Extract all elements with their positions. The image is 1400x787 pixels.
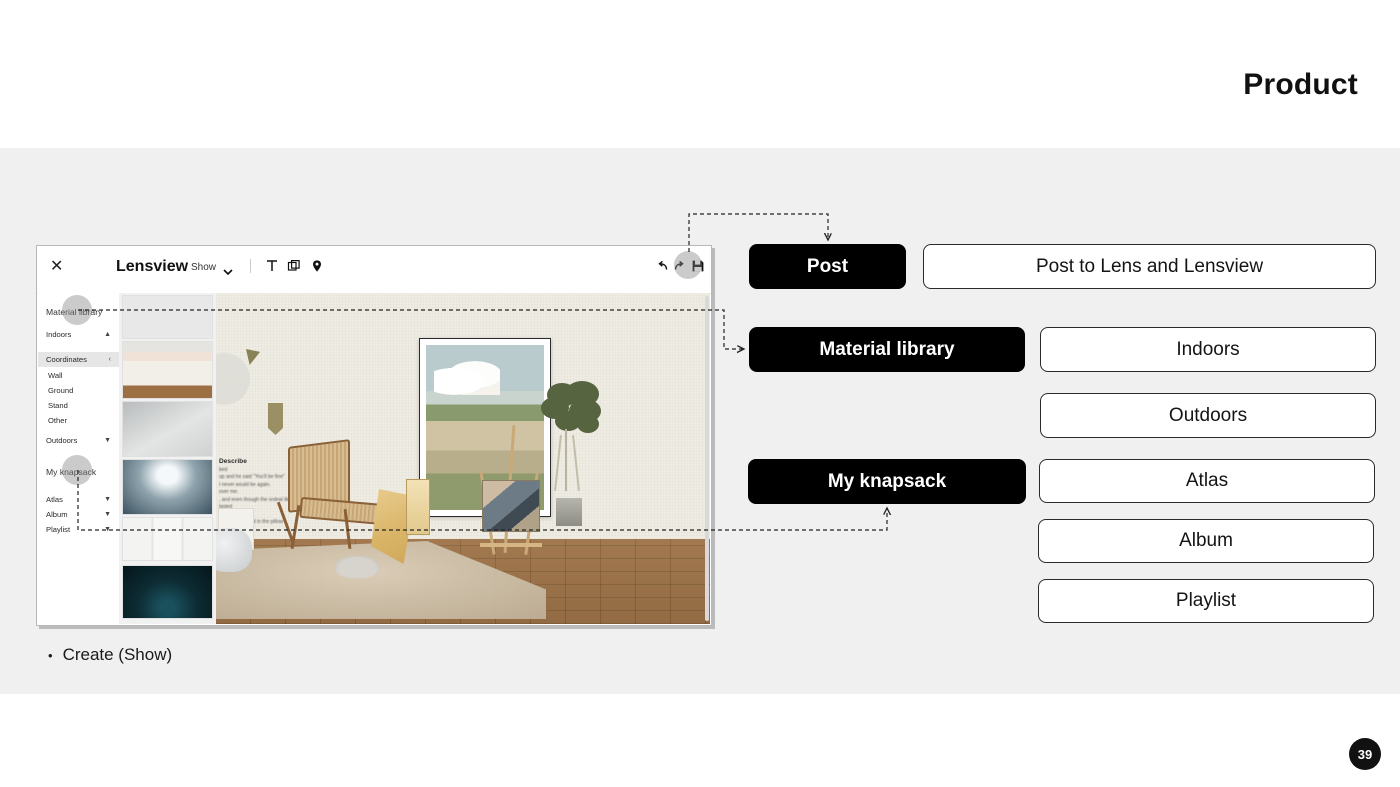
sidebar-item-outdoors[interactable]: Outdoors ▼ — [38, 433, 119, 448]
app-title: Lensview — [116, 258, 189, 275]
sidebar-item-label: Wall — [48, 371, 63, 380]
flow-trigger-label: Post — [806, 255, 849, 277]
chevron-down-icon: ▼ — [104, 496, 111, 503]
sidebar-item-label: Playlist — [46, 525, 71, 534]
sidebar-item-label: Atlas — [46, 495, 63, 504]
slide: Product ✕ Lensview Show Material library… — [0, 0, 1400, 787]
sidebar-item-coordinates[interactable]: Coordinates ‹ — [38, 352, 119, 367]
close-icon[interactable]: ✕ — [50, 259, 63, 275]
show-dropdown-label[interactable]: Show — [191, 262, 216, 273]
flow-trigger-my-knapsack[interactable]: My knapsack — [748, 459, 1026, 504]
flow-option-label: Outdoors — [1168, 404, 1248, 426]
flow-trigger-post[interactable]: Post — [749, 244, 906, 289]
flow-option-post-to-lens-and-lensview[interactable]: Post to Lens and Lensview — [923, 244, 1376, 289]
sidebar-item-label: Other — [48, 416, 67, 425]
sidebar-item-atlas[interactable]: Atlas ▼ — [38, 492, 119, 507]
slide-footer-band — [0, 694, 1400, 787]
thumbnail-white-panels[interactable] — [122, 517, 213, 561]
chevron-left-icon: ‹ — [108, 356, 111, 363]
canvas-easel[interactable] — [474, 425, 550, 557]
canvas-table-lamp[interactable] — [406, 479, 430, 535]
sidebar-item-label: Ground — [48, 386, 74, 395]
design-canvas[interactable]: Describe bed up and he said "You'll be f… — [216, 293, 710, 624]
sidebar-item-ground[interactable]: Ground — [38, 383, 119, 398]
sidebar-item-stand[interactable]: Stand — [38, 398, 119, 413]
artwork-cloud — [434, 361, 500, 395]
toolbar-divider — [250, 259, 251, 273]
flow-option-label: Album — [1179, 530, 1233, 551]
duplicate-tool-icon[interactable] — [287, 259, 303, 275]
thumbnail-blue-room[interactable] — [122, 459, 213, 515]
flow-trigger-material-library[interactable]: Material library — [749, 327, 1025, 372]
thumbnail-concrete[interactable] — [122, 401, 213, 457]
sidebar-item-indoors[interactable]: Indoors ▲ — [38, 327, 119, 342]
pin-tool-icon[interactable] — [310, 259, 326, 275]
text-tool-icon[interactable] — [265, 259, 281, 275]
flow-option-label: Indoors — [1176, 338, 1240, 360]
undo-icon[interactable] — [655, 259, 669, 273]
sidebar-item-playlist[interactable]: Playlist ▼ — [38, 522, 119, 537]
sidebar-item-label: Album — [46, 510, 68, 519]
flow-option-indoors[interactable]: Indoors — [1040, 327, 1376, 372]
sidebar-item-label: Outdoors — [46, 436, 78, 445]
flow-option-label: Post to Lens and Lensview — [1035, 255, 1264, 277]
page-title: Product — [1243, 68, 1358, 101]
chevron-down-icon[interactable] — [223, 263, 233, 281]
chevron-down-icon: ▼ — [104, 511, 111, 518]
app-toolbar: ✕ Lensview Show — [37, 246, 711, 294]
tap-indicator-share — [674, 251, 702, 279]
page-number-badge: 39 — [1349, 738, 1381, 770]
canvas-plant-pot — [556, 498, 582, 526]
flow-option-album[interactable]: Album — [1038, 519, 1374, 563]
tap-indicator-my-knapsack — [62, 455, 92, 485]
flow-option-label: Playlist — [1175, 590, 1237, 611]
canvas-cat — [335, 556, 379, 578]
sidebar-item-label: Coordinates — [46, 355, 87, 364]
app-window: ✕ Lensview Show Material library Indoors… — [36, 245, 712, 626]
flow-option-atlas[interactable]: Atlas — [1039, 459, 1375, 503]
sidebar-item-other[interactable]: Other — [38, 413, 119, 428]
bullet-marker: • — [48, 647, 53, 663]
bullet-note: • Create (Show) — [48, 645, 172, 665]
sidebar-item-wall[interactable]: Wall — [38, 368, 119, 383]
describe-heading: Describe — [219, 458, 247, 465]
chevron-up-icon: ▲ — [104, 331, 111, 338]
sidebar-item-album[interactable]: Album ▼ — [38, 507, 119, 522]
thumbnail-cream-wall[interactable] — [122, 341, 213, 399]
canvas-watering-can — [216, 528, 252, 572]
bullet-label: Create (Show) — [62, 645, 173, 664]
flow-trigger-label: Material library — [819, 338, 955, 360]
tap-indicator-material-library — [62, 295, 92, 325]
sidebar-item-label: Stand — [48, 401, 68, 410]
flow-option-playlist[interactable]: Playlist — [1038, 579, 1374, 623]
sidebar-item-label: Indoors — [46, 330, 72, 339]
thumbnail-dark-scene[interactable] — [122, 565, 213, 619]
thumbnail-light-panel[interactable] — [122, 295, 213, 339]
flow-option-label: Atlas — [1185, 470, 1229, 491]
flow-trigger-label: My knapsack — [827, 470, 947, 492]
flow-option-outdoors[interactable]: Outdoors — [1040, 393, 1376, 438]
chevron-down-icon: ▼ — [104, 526, 111, 533]
material-thumbnail-strip[interactable] — [119, 293, 216, 624]
chevron-down-icon: ▼ — [104, 437, 111, 444]
slide-header-band — [0, 0, 1400, 148]
window-scrollbar[interactable] — [705, 296, 709, 621]
